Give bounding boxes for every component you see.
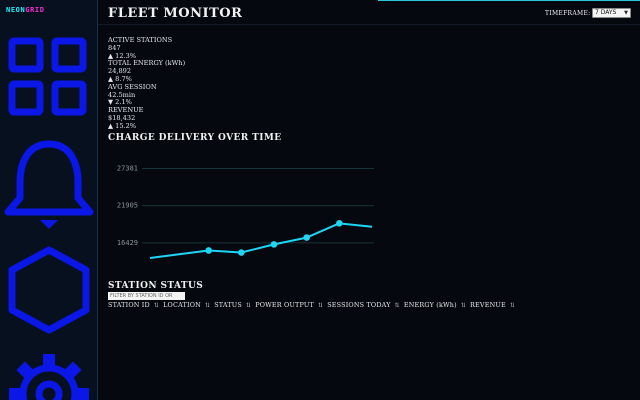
- grid-icon: [8, 37, 87, 116]
- chevron-down-icon: ▼: [624, 10, 628, 16]
- timeframe-value: 7 DAYS: [595, 9, 617, 16]
- sort-icon: ⇅: [317, 302, 324, 309]
- stat-value: $18,432: [108, 113, 136, 122]
- sort-icon: ⇅: [245, 302, 252, 309]
- logo: NEONGRID: [6, 6, 45, 14]
- column-header-label: STATUS: [214, 301, 242, 309]
- column-header-label: LOCATION: [163, 301, 201, 309]
- sort-icon: ⇅: [460, 302, 467, 309]
- timeframe-label: TIMEFRAME:: [545, 10, 591, 17]
- column-header-location[interactable]: LOCATION ⇅: [163, 301, 210, 309]
- header-accent-line: [378, 0, 640, 1]
- stat-label: REVENUE: [108, 106, 144, 115]
- timeframe-select[interactable]: 7 DAYS ▼: [592, 8, 631, 18]
- sidebar-item-dashboard[interactable]: [0, 36, 97, 118]
- stat-change: ▲ 15.2%: [108, 121, 137, 130]
- column-header-station-id[interactable]: STATION ID ⇅: [108, 301, 159, 309]
- column-header-label: SESSIONS TODAY: [327, 301, 391, 309]
- column-header-sessions-today[interactable]: SESSIONS TODAY ⇅: [327, 301, 400, 309]
- hexagon-icon: [8, 246, 90, 334]
- gear-icon: [9, 354, 89, 400]
- charge-delivery-chart: 16429 21905 27381: [117, 164, 374, 259]
- station-status-title: STATION STATUS: [108, 281, 204, 291]
- stat-label: TOTAL ENERGY (kWh): [108, 59, 186, 68]
- chart-data-point[interactable]: [238, 249, 245, 256]
- column-header-label: ENERGY (kWh): [403, 301, 457, 309]
- chart-y-tick-label: 27381: [117, 164, 138, 172]
- chart-data-point[interactable]: [303, 234, 310, 241]
- sidebar-item-stations[interactable]: [0, 244, 97, 336]
- column-header-label: STATION ID: [108, 301, 150, 309]
- sidebar: NEONGRID: [0, 0, 98, 400]
- chart-y-tick-label: 16429: [117, 239, 138, 247]
- bell-icon: [4, 140, 94, 229]
- stat-value: 24,892: [108, 67, 132, 76]
- column-header-revenue[interactable]: REVENUE ⇅: [470, 301, 515, 309]
- station-filter-input[interactable]: [108, 292, 185, 300]
- chart-data-point[interactable]: [270, 241, 278, 248]
- chart-title: CHARGE DELIVERY OVER TIME: [108, 133, 282, 143]
- column-header-power-output[interactable]: POWER OUTPUT ⇅: [255, 301, 323, 309]
- stat-avg-session: AVG SESSION 42.5min ▼ 2.1%: [108, 82, 308, 107]
- column-header-status[interactable]: STATUS ⇅: [214, 301, 251, 309]
- stat-total-energy: TOTAL ENERGY (kWh) 24,892 ▲ 8.7%: [108, 60, 308, 83]
- stat-value: 847: [108, 43, 121, 52]
- chart-y-tick-label: 21905: [117, 202, 138, 210]
- sort-icon: ⇅: [153, 302, 160, 309]
- header-divider: [98, 24, 640, 25]
- sidebar-item-alerts[interactable]: [0, 140, 97, 232]
- app-root: NEONGRID FLEET MONITOR TIMEFRAME: 7 DAYS…: [0, 0, 640, 400]
- stat-label: ACTIVE STATIONS: [108, 36, 173, 44]
- sort-icon: ⇅: [509, 302, 516, 309]
- stats-panel: ACTIVE STATIONS 847 ▲ 12.3% TOTAL ENERGY…: [108, 36, 308, 131]
- sidebar-item-settings[interactable]: [0, 350, 97, 400]
- chart-data-point[interactable]: [205, 247, 212, 254]
- table-header-row: STATION ID ⇅ LOCATION ⇅ STATUS ⇅ POWER OUTP…: [108, 301, 519, 309]
- sort-icon: ⇅: [204, 302, 211, 309]
- stat-value: 42.5min: [108, 90, 136, 99]
- sort-icon: ⇅: [394, 302, 400, 309]
- stat-revenue: REVENUE $18,432 ▲ 15.2%: [108, 106, 308, 130]
- column-header-energy[interactable]: ENERGY (kWh) ⇅: [404, 301, 466, 309]
- column-header-label: POWER OUTPUT: [255, 301, 314, 309]
- logo-part-neon: NEON: [6, 6, 26, 14]
- page-title: FLEET MONITOR: [108, 6, 243, 21]
- chart-data-point[interactable]: [336, 220, 343, 227]
- stat-active-stations: ACTIVE STATIONS 847 ▲ 12.3%: [108, 36, 308, 60]
- logo-part-grid: GRID: [25, 6, 45, 14]
- chart-series-line: [149, 222, 373, 259]
- column-header-label: REVENUE: [470, 301, 506, 309]
- stat-label: AVG SESSION: [108, 82, 157, 91]
